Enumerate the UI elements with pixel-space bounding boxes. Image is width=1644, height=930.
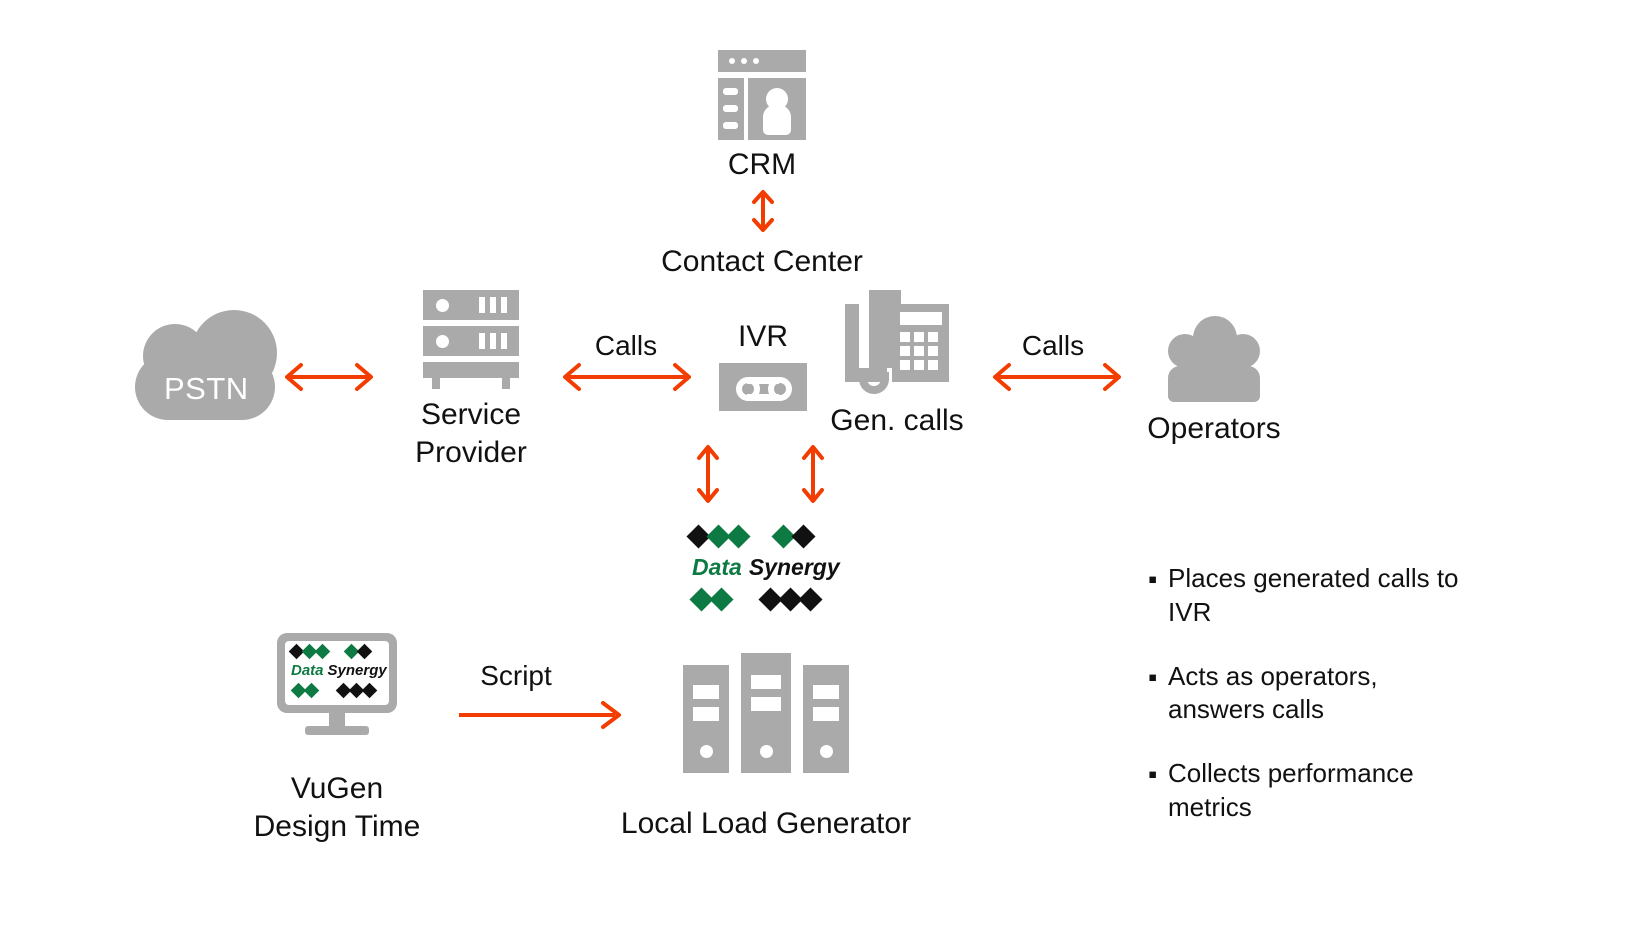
arrow-service-provider-ivr [561,355,693,404]
tower-power-light [700,745,713,758]
crm-window-icon [718,50,806,142]
arrow-pstn-service-provider [283,355,375,404]
arrow-vugen-load-generator [455,695,625,740]
phone-cord-loop [859,372,889,394]
monitor-stand [305,726,369,735]
list-item: ▪ Acts as operators, answers calls [1148,660,1488,728]
diamond-black [356,643,373,660]
tower-power-light [820,745,833,758]
rack-bars-2 [479,333,507,349]
bullet-marker: ▪ [1148,661,1158,692]
logo-diamonds-top [686,524,838,549]
logo-word-synergy: Synergy [748,554,840,580]
load-generator-node [683,653,849,773]
crm-dot-1 [729,58,735,64]
notes-list: ▪ Places generated calls to IVR ▪ Acts a… [1148,562,1488,855]
list-item: ▪ Collects performance metrics [1148,757,1488,825]
bullet-marker: ▪ [1148,759,1158,790]
gen-calls-node [845,290,949,395]
list-item: ▪ Places generated calls to IVR [1148,562,1488,630]
vugen-node: Data Synergy [277,633,397,738]
rack-led-2 [436,335,449,348]
pstn-node: PSTN [135,310,295,420]
operators-node [1168,310,1260,402]
tower-slot [813,707,839,721]
list-item-text: Acts as operators, answers calls [1168,660,1378,725]
server-rack-icon [423,290,519,390]
cassette-tape-top [747,377,779,384]
tower-slot [693,685,719,699]
server-towers-icon [683,653,849,773]
data-synergy-logo: Data Synergy [686,524,840,612]
logo-diamonds-bottom [290,682,387,699]
monitor-logo: Data Synergy [288,643,387,699]
monitor-icon: Data Synergy [277,633,397,738]
logo-word-synergy: Synergy [327,662,387,679]
service-provider-node [423,290,519,390]
edge-label-script: Script [480,660,552,691]
crm-avatar-body-icon [763,105,791,135]
ivr-label: IVR [737,320,788,353]
phone-handset-left [845,304,859,378]
crm-label: CRM [727,148,797,181]
crm-dot-3 [753,58,759,64]
diagram-canvas: CRM Contact Center PSTN Service Provider… [0,0,1644,930]
crm-node [718,50,806,142]
monitor-neck [329,713,345,727]
load-generator-label: Local Load Generator [620,807,912,840]
crm-sidebar-line-2 [723,105,738,112]
diamond-green [726,524,751,549]
logo-word-data: Data [291,662,324,679]
diamond-black [361,682,378,699]
person-body-center [1185,354,1245,402]
gen-calls-label: Gen. calls [830,404,964,437]
rack-foot-right [502,378,510,389]
logo-word-data: Data [692,554,742,580]
service-provider-label: Service Provider [415,398,527,470]
cloud-icon: PSTN [135,310,295,420]
tower-slot [751,697,781,711]
diamond-black [791,524,816,549]
crm-sidebar-line-3 [723,122,738,129]
diamond-green [314,643,331,660]
vugen-label: VuGen Design Time [253,772,421,844]
arrow-crm-contact-center [745,188,781,239]
tower-power-light [760,745,773,758]
crm-dot-2 [741,58,747,64]
cassette-tape-band [747,394,779,401]
pstn-label: PSTN [164,371,249,406]
rack-foot-left [432,378,440,389]
cassette-tape-icon [719,363,807,411]
rack-base [423,362,519,378]
contact-center-label: Contact Center [661,245,863,278]
rack-bars-1 [479,297,507,313]
list-item-text: Collects performance metrics [1168,758,1414,822]
diamond-green [303,682,320,699]
rack-led-1 [436,299,449,312]
diamond-black [798,587,823,612]
diamond-green [709,587,734,612]
crm-sidebar-line-1 [723,88,738,95]
ivr-node [719,363,807,411]
arrow-gen-calls-operators [991,355,1123,404]
logo-diamonds-top [288,643,387,660]
arrow-ivr-load-generator [690,443,726,510]
arrow-gen-calls-load-generator [795,443,831,510]
list-item-text: Places generated calls to IVR [1168,563,1459,627]
operators-label: Operators [1147,412,1281,445]
tower-slot [693,707,719,721]
logo-diamonds-bottom [689,587,838,612]
phone-keypad [900,332,944,370]
phone-display [900,312,942,325]
tower-slot [813,685,839,699]
people-group-icon [1168,310,1260,402]
desk-phone-icon [845,290,949,395]
bullet-marker: ▪ [1148,564,1158,594]
tower-slot [751,675,781,689]
